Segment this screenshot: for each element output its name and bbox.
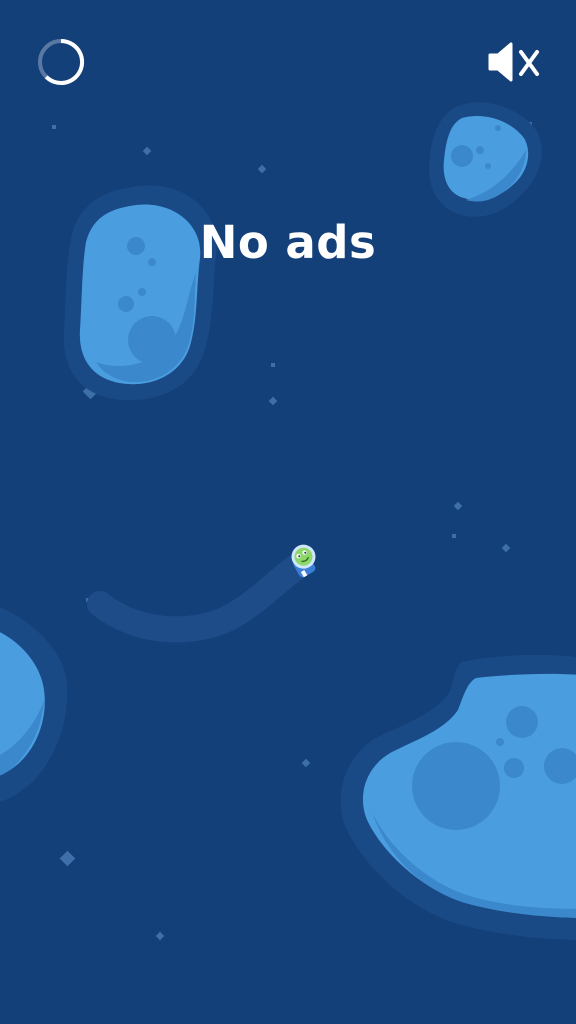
star [268, 396, 278, 406]
star [501, 543, 511, 553]
star [59, 850, 76, 867]
star [142, 146, 152, 156]
asteroid-small-right [429, 102, 542, 217]
star [52, 125, 56, 129]
character-trail [87, 553, 311, 643]
no-ads-heading: No ads [199, 216, 377, 269]
star [453, 501, 463, 511]
space-scene [0, 102, 576, 941]
asteroid-left-edge [0, 607, 68, 802]
speaker-muted-icon [488, 42, 539, 82]
loading-ring-icon[interactable] [36, 37, 86, 87]
star [155, 931, 165, 941]
star [452, 534, 456, 538]
star [257, 164, 267, 174]
loading-ring-graphic [38, 38, 85, 85]
mute-sound-button[interactable] [486, 41, 544, 83]
star [271, 363, 275, 367]
asteroid-large-bottom-right [340, 654, 576, 940]
star [301, 758, 311, 768]
